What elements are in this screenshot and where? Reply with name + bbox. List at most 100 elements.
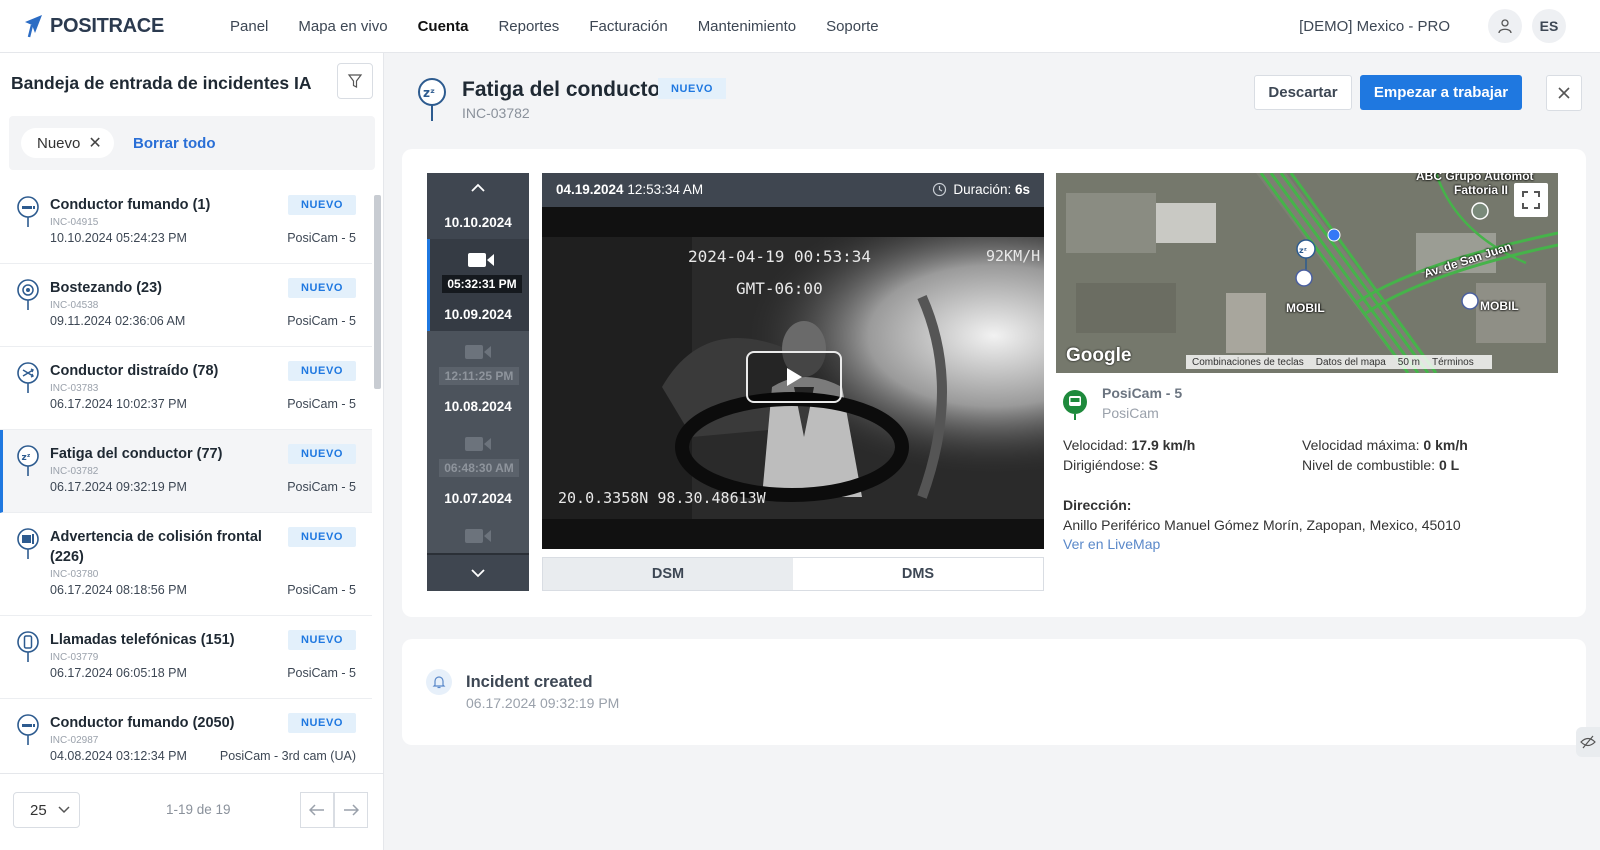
arrow-left-icon	[309, 804, 324, 816]
incident-date: 06.17.2024 06:05:18 PM	[50, 666, 187, 680]
timeline-clip[interactable]	[427, 515, 529, 555]
incident-detail: zᶻ Fatiga del conductor NUEVO INC-03782 …	[384, 53, 1600, 850]
timeline-clip-time: 06:48:30 AM	[439, 459, 519, 477]
incident-list-item[interactable]: Conductor distraído (78) INC-03783 06.17…	[0, 347, 372, 430]
tab-dsm[interactable]: DSM	[543, 558, 793, 590]
incident-list-item-selected[interactable]: zᶻ Fatiga del conductor (77) INC-03782 0…	[0, 430, 372, 513]
incident-code: INC-03782	[462, 105, 530, 121]
speed-field: Velocidad: 17.9 km/h	[1063, 437, 1195, 453]
incident-date: 06.17.2024 09:32:19 PM	[50, 480, 187, 494]
map-keyboard-shortcuts[interactable]: Combinaciones de teclas	[1192, 357, 1304, 368]
smoking-icon	[17, 714, 39, 745]
filter-button[interactable]	[337, 63, 373, 99]
video-camera-icon	[465, 437, 491, 451]
max-speed-field: Velocidad máxima: 0 km/h	[1302, 437, 1468, 453]
fuel-label: Nivel de combustible:	[1302, 457, 1436, 473]
play-icon	[787, 368, 802, 386]
positrace-logo[interactable]: POSITRACE	[22, 13, 222, 39]
incident-inbox-sidebar: Bandeja de entrada de incidentes IA Nuev…	[0, 53, 384, 850]
osd-timestamp: 2024-04-19 00:53:34	[688, 247, 872, 266]
incident-camera: PosiCam - 5	[287, 666, 356, 680]
per-page-select[interactable]: 25	[13, 792, 80, 828]
view-in-livemap-link[interactable]: Ver en LiveMap	[1063, 536, 1160, 552]
incident-code: INC-02987	[50, 735, 99, 746]
incident-list-item[interactable]: Conductor fumando (2050) INC-02987 04.08…	[0, 699, 372, 773]
incident-code: INC-04915	[50, 217, 99, 228]
nav-account[interactable]: Cuenta	[418, 18, 469, 35]
fuel-field: Nivel de combustible: 0 L	[1302, 457, 1459, 473]
heading-field: Dirigiéndose: S	[1063, 457, 1158, 473]
visibility-toggle[interactable]	[1576, 727, 1600, 757]
start-working-button[interactable]: Empezar a trabajar	[1360, 75, 1522, 110]
event-date: 06.17.2024 09:32:19 PM	[466, 695, 620, 711]
play-button[interactable]	[746, 351, 842, 403]
camera-tabs: DSM DMS	[542, 557, 1044, 591]
map-data-link[interactable]: Datos del mapa	[1316, 357, 1386, 368]
fatigue-icon: zᶻ	[17, 445, 39, 476]
user-menu-button[interactable]	[1488, 9, 1522, 43]
nav-support[interactable]: Soporte	[826, 18, 879, 35]
filter-icon	[347, 74, 363, 88]
incident-list-item[interactable]: Bostezando (23) INC-04538 09.11.2024 02:…	[0, 264, 372, 347]
event-log-card: Incident created 06.17.2024 09:32:19 PM	[402, 639, 1586, 745]
prev-page-button[interactable]	[300, 792, 334, 828]
incident-camera: PosiCam - 5	[287, 231, 356, 245]
incident-code: INC-03779	[50, 652, 99, 663]
video-duration: Duración: 6s	[932, 182, 1030, 197]
scrollbar-thumb[interactable]	[374, 195, 381, 389]
user-icon	[1498, 19, 1512, 34]
incident-name: Bostezando (23)	[50, 280, 162, 296]
incident-date: 06.17.2024 08:18:56 PM	[50, 583, 187, 597]
video-camera-icon	[468, 253, 494, 267]
chevron-up-icon	[471, 183, 485, 192]
nav-panel[interactable]: Panel	[230, 18, 268, 35]
next-page-button[interactable]	[334, 792, 368, 828]
nav-billing[interactable]: Facturación	[589, 18, 667, 35]
timeline-down-button[interactable]	[427, 553, 529, 591]
language-button[interactable]: ES	[1532, 9, 1566, 43]
discard-button[interactable]: Descartar	[1254, 75, 1352, 110]
nav-maintenance[interactable]: Mantenimiento	[698, 18, 796, 35]
timeline-up-button[interactable]	[427, 181, 529, 199]
close-button[interactable]	[1546, 75, 1582, 111]
video-time: 12:53:34 AM	[627, 182, 704, 197]
tab-dms[interactable]: DMS	[793, 558, 1043, 590]
close-icon	[1558, 87, 1570, 99]
vehicle-name[interactable]: PosiCam - 5	[1102, 385, 1182, 401]
eye-off-icon	[1580, 735, 1596, 749]
video-timeline: 10.10.2024 05:32:31 PM 10.09.2024 12:11:…	[427, 173, 529, 591]
status-badge: NUEVO	[288, 361, 356, 381]
clear-all-link[interactable]: Borrar todo	[133, 135, 216, 152]
account-selector[interactable]: [DEMO] Mexico - PRO	[1299, 18, 1450, 35]
incident-name: Fatiga del conductor (77)	[50, 446, 223, 462]
status-badge: NUEVO	[288, 713, 356, 733]
sidebar-title: Bandeja de entrada de incidentes IA	[11, 73, 312, 93]
svg-text:zᶻ: zᶻ	[1299, 246, 1307, 255]
yawning-icon	[17, 279, 39, 310]
incident-name: Conductor distraído (78)	[50, 363, 219, 379]
video-frame[interactable]: 2024-04-19 00:53:34 GMT-06:00 92KM/H 20.…	[542, 237, 1044, 519]
incident-code: INC-03780	[50, 569, 99, 580]
chevron-down-icon	[58, 806, 70, 814]
duration-value: 6s	[1014, 182, 1030, 197]
incident-list-item[interactable]: Conductor fumando (1) INC-04915 10.10.20…	[0, 181, 372, 264]
incident-list-item[interactable]: Llamadas telefónicas (151) INC-03779 06.…	[0, 616, 372, 699]
list-scrollbar[interactable]	[374, 185, 381, 773]
per-page-value: 25	[30, 801, 47, 819]
incident-list-item[interactable]: Advertencia de colisión frontal (226) IN…	[0, 513, 372, 616]
close-icon[interactable]: ✕	[88, 133, 101, 153]
nav-live-map[interactable]: Mapa en vivo	[298, 18, 387, 35]
filter-chip-nuevo[interactable]: Nuevo ✕	[21, 128, 114, 158]
timeline-date: 10.09.2024	[444, 307, 512, 322]
arrow-right-icon	[344, 804, 359, 816]
incident-name: Llamadas telefónicas (151)	[50, 632, 235, 648]
location-map[interactable]: zᶻ ABC Grupo Automot Fattoria II Av. de …	[1056, 173, 1558, 373]
map-terms-link[interactable]: Términos	[1432, 357, 1474, 368]
timeline-date: 10.07.2024	[444, 491, 512, 506]
nav-reports[interactable]: Reportes	[498, 18, 559, 35]
map-label: ABC Grupo Automot	[1416, 173, 1534, 183]
incident-camera: PosiCam - 3rd cam (UA)	[219, 749, 356, 763]
map-fullscreen-button[interactable]	[1514, 183, 1548, 217]
video-timestamp: 04.19.2024 12:53:34 AM	[556, 182, 703, 197]
bus-icon	[1063, 390, 1087, 420]
